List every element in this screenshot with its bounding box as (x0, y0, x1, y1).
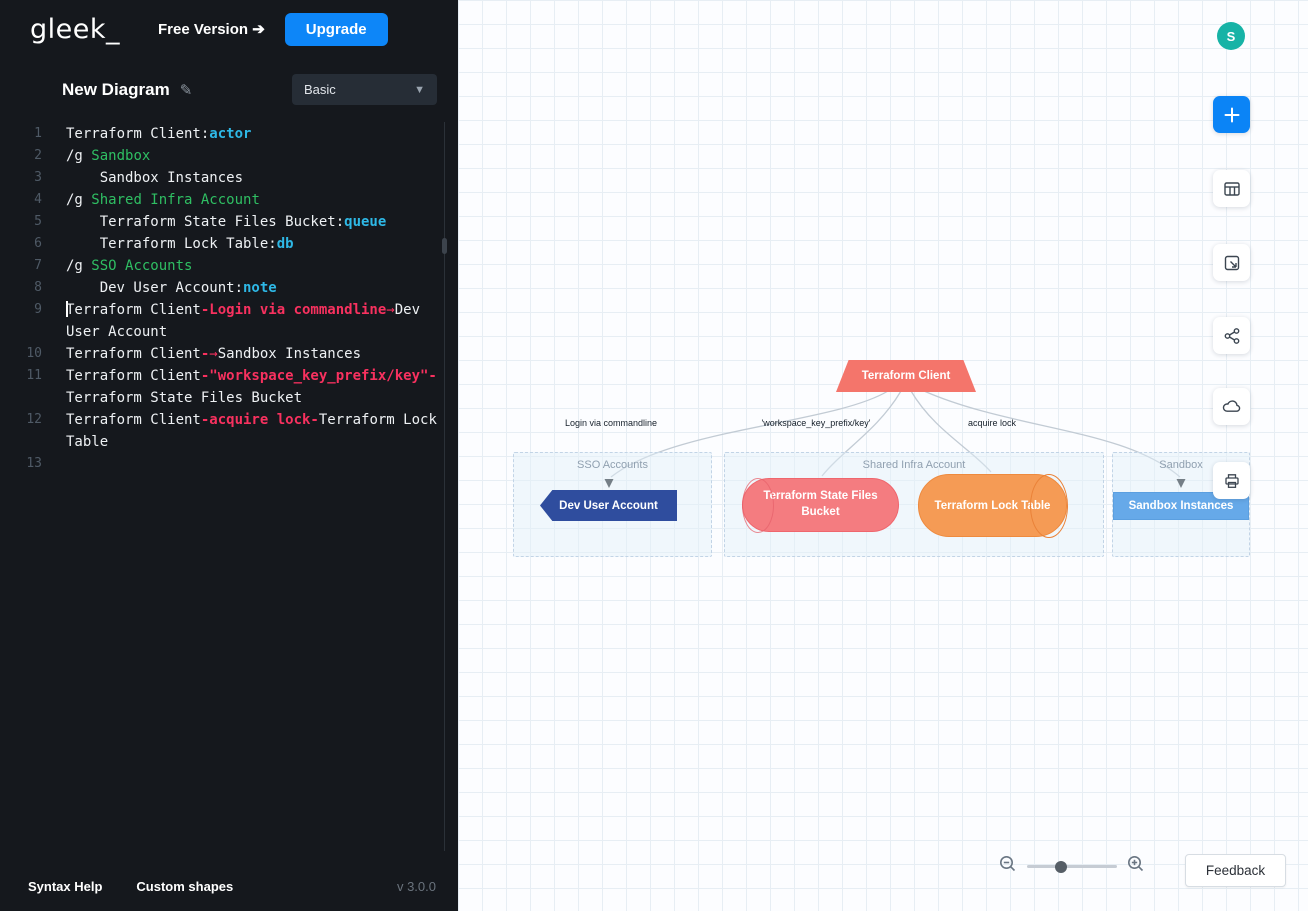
code-line-text[interactable]: Terraform State Files Bucket:queue (66, 211, 446, 233)
gleek-logo: gleek_ (30, 14, 120, 45)
upgrade-button[interactable]: Upgrade (285, 13, 388, 46)
group-label: SSO Accounts (514, 459, 711, 471)
line-number: 5 (0, 211, 42, 233)
line-number: 13 (0, 453, 42, 475)
feedback-button[interactable]: Feedback (1185, 854, 1286, 887)
code-line[interactable]: 7/g SSO Accounts (0, 255, 446, 277)
code-line-text[interactable]: Dev User Account:note (66, 277, 446, 299)
code-line-text[interactable]: /g SSO Accounts (66, 255, 446, 277)
line-number: 12 (0, 409, 42, 453)
code-line[interactable]: 1 Terraform Client:actor (0, 123, 446, 145)
zoom-controls (999, 855, 1145, 878)
edit-title-icon[interactable]: ✎ (180, 81, 193, 99)
node-label: Terraform State Files Bucket (763, 489, 878, 520)
zoom-slider[interactable] (1027, 865, 1117, 868)
code-line[interactable]: 3 Sandbox Instances (0, 167, 446, 189)
zoom-in-icon[interactable] (1127, 855, 1145, 878)
code-line-text[interactable]: Terraform Client-Login via commandline→D… (66, 299, 446, 343)
code-line[interactable]: 6 Terraform Lock Table:db (0, 233, 446, 255)
code-line-text[interactable] (66, 453, 446, 475)
edge-label-acquire-lock: acquire lock (968, 418, 1016, 428)
line-number: 9 (0, 299, 42, 343)
line-number: 10 (0, 343, 42, 365)
editor-scrollbar-track (444, 122, 445, 851)
panel-footer: Syntax Help Custom shapes v 3.0.0 (0, 861, 458, 911)
line-number: 2 (0, 145, 42, 167)
print-button[interactable] (1213, 462, 1250, 499)
code-line[interactable]: 12 Terraform Client-acquire lock-Terrafor… (0, 409, 446, 453)
zoom-out-icon[interactable] (999, 855, 1017, 878)
node-label: Terraform Client (862, 370, 951, 382)
editor-panel: gleek_ Free Version ➔ Upgrade New Diagra… (0, 0, 458, 911)
export-image-icon (1223, 254, 1241, 272)
table-view-button[interactable] (1213, 170, 1250, 207)
table-icon (1223, 180, 1241, 198)
share-button[interactable] (1213, 317, 1250, 354)
code-line-text[interactable]: /g Sandbox (66, 145, 446, 167)
syntax-help-link[interactable]: Syntax Help (28, 879, 102, 894)
edge-label-key-prefix: 'workspace_key_prefix/key' (762, 418, 871, 428)
node-terraform-lock-table[interactable]: Terraform Lock Table (918, 474, 1067, 537)
panel-header: gleek_ Free Version ➔ Upgrade (0, 0, 458, 58)
app-root: gleek_ Free Version ➔ Upgrade New Diagra… (0, 0, 1308, 911)
share-icon (1223, 327, 1241, 345)
custom-shapes-link[interactable]: Custom shapes (136, 879, 233, 894)
diagram-title-row: New Diagram ✎ Basic ▼ (0, 58, 458, 115)
edge-label-login: Login via commandline (565, 418, 657, 428)
node-label: Dev User Account (559, 500, 658, 512)
chevron-down-icon: ▼ (414, 84, 425, 96)
code-line[interactable]: 4/g Shared Infra Account (0, 189, 446, 211)
db-cap-shape (1030, 474, 1068, 538)
group-label: Shared Infra Account (725, 459, 1103, 471)
user-avatar[interactable]: S (1217, 22, 1245, 50)
line-number: 7 (0, 255, 42, 277)
code-line-text[interactable]: Terraform Client-"workspace_key_prefix/k… (66, 365, 446, 409)
code-line[interactable]: 2/g Sandbox (0, 145, 446, 167)
free-version-label: Free Version ➔ (158, 20, 265, 38)
line-number: 4 (0, 189, 42, 211)
node-terraform-client[interactable]: Terraform Client (836, 360, 976, 392)
code-line[interactable]: 11 Terraform Client-"workspace_key_prefix… (0, 365, 446, 409)
version-label: v 3.0.0 (397, 879, 436, 894)
add-shape-button[interactable] (1213, 96, 1250, 133)
code-line-text[interactable]: /g Shared Infra Account (66, 189, 446, 211)
diagram-canvas[interactable]: SSO Accounts Shared Infra Account Sandbo… (458, 0, 1308, 911)
node-terraform-state-files-bucket[interactable]: Terraform State Files Bucket (742, 478, 899, 532)
code-line-text[interactable]: Terraform Client-→Sandbox Instances (66, 343, 446, 365)
line-number: 3 (0, 167, 42, 189)
zoom-slider-thumb[interactable] (1055, 861, 1067, 873)
template-select-value: Basic (304, 82, 336, 97)
node-label: Sandbox Instances (1129, 500, 1234, 512)
code-line[interactable]: 13 (0, 453, 446, 475)
cloud-save-button[interactable] (1213, 388, 1250, 425)
code-editor[interactable]: 1Terraform Client:actor2/g Sandbox3Sandb… (0, 115, 458, 861)
code-line[interactable]: 5 Terraform State Files Bucket:queue (0, 211, 446, 233)
queue-cap-shape (742, 478, 774, 533)
code-line[interactable]: 8 Dev User Account:note (0, 277, 446, 299)
code-line-text[interactable]: Terraform Lock Table:db (66, 233, 446, 255)
editor-scrollbar-thumb[interactable] (442, 238, 447, 254)
line-number: 11 (0, 365, 42, 409)
template-select[interactable]: Basic ▼ (292, 74, 437, 105)
node-dev-user-account[interactable]: Dev User Account (540, 490, 677, 521)
page-title: New Diagram (62, 80, 170, 100)
code-line[interactable]: 9 Terraform Client-Login via commandline→… (0, 299, 446, 343)
code-line[interactable]: 10 Terraform Client-→Sandbox Instances (0, 343, 446, 365)
code-line-text[interactable]: Terraform Client-acquire lock-Terraform … (66, 409, 446, 453)
line-number: 1 (0, 123, 42, 145)
code-line-text[interactable]: Sandbox Instances (66, 167, 446, 189)
print-icon (1223, 472, 1241, 490)
export-image-button[interactable] (1213, 244, 1250, 281)
line-number: 6 (0, 233, 42, 255)
line-number: 8 (0, 277, 42, 299)
plus-icon (1223, 106, 1241, 124)
cloud-icon (1222, 397, 1241, 416)
code-line-text[interactable]: Terraform Client:actor (66, 123, 446, 145)
